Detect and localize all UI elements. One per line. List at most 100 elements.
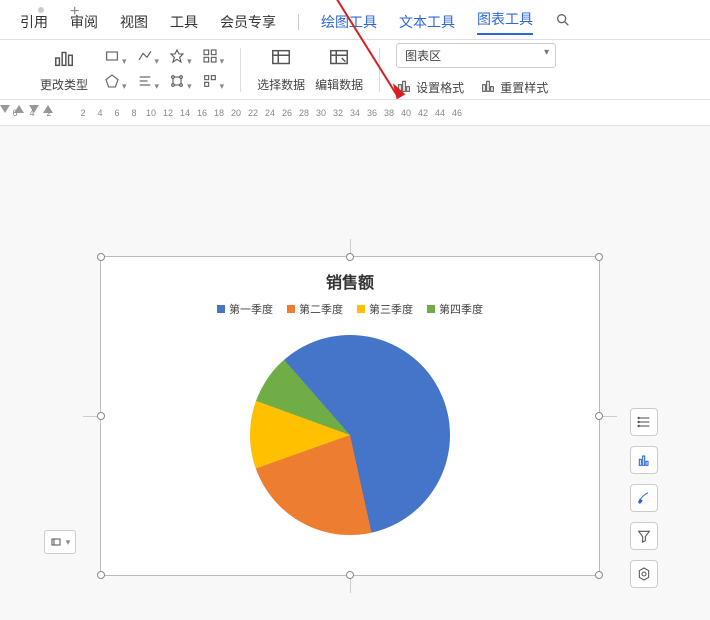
pie-plot[interactable] (250, 335, 450, 535)
shape-rect-icon[interactable]: ▾ (104, 48, 127, 67)
legend-swatch (217, 305, 225, 313)
select-data[interactable]: 选择数据 (257, 47, 305, 93)
document-canvas[interactable]: 销售额 第一季度 第二季度 第三季度 第四季度 ▾ (0, 126, 710, 620)
ruler-tick: 20 (231, 108, 241, 118)
ruler-tick: 14 (180, 108, 190, 118)
ribbon: 更改类型 ▾ ▾ ▾ ▾ ▾ ▾ ▾ ▾ 选择数据 编辑数据 图表区 (0, 40, 710, 100)
ruler-tick: 42 (418, 108, 428, 118)
edit-data[interactable]: 编辑数据 (315, 47, 363, 93)
shape-more-icon[interactable]: ▾ (202, 73, 225, 92)
chart-area-combo[interactable]: 图表区 (396, 43, 556, 68)
frame-stem-left (83, 416, 97, 417)
shape-align-icon[interactable]: ▾ (137, 73, 160, 92)
frame-stem-right (603, 416, 617, 417)
reset-style-button[interactable]: 重置样式 (480, 78, 548, 97)
frame-stem-bottom (350, 579, 351, 593)
ruler-tick: 12 (163, 108, 173, 118)
shape-line-icon[interactable]: ▾ (137, 48, 160, 67)
legend-item[interactable]: 第三季度 (357, 301, 413, 317)
side-brush-button[interactable] (630, 484, 658, 512)
side-chart-elements-button[interactable] (630, 408, 658, 436)
tab-draw-tools[interactable]: 绘图工具 (321, 12, 377, 32)
tab-add[interactable]: + (70, 3, 79, 21)
tab-close-dot[interactable] (38, 7, 44, 13)
ruler-tick: 24 (265, 108, 275, 118)
resize-handle-mt[interactable] (346, 253, 354, 261)
set-format-label: 设置格式 (416, 79, 464, 96)
reset-style-label: 重置样式 (500, 79, 548, 96)
tab-st[interactable]: 视图 (120, 12, 148, 32)
legend-swatch (287, 305, 295, 313)
ruler-tick: 28 (299, 108, 309, 118)
shape-pentagon-icon[interactable]: ▾ (104, 73, 127, 92)
ruler-tick: 4 (27, 108, 37, 118)
shape-format-icon[interactable]: ▾ (169, 73, 192, 92)
resize-handle-tl[interactable] (97, 253, 105, 261)
ruler-tick: 34 (350, 108, 360, 118)
chevron-down-icon: ▾ (66, 537, 71, 548)
shape-star-icon[interactable]: ▾ (169, 48, 192, 67)
change-chart-type-label: 更改类型 (40, 76, 88, 93)
set-format-icon (396, 78, 412, 97)
change-chart-type[interactable]: 更改类型 (40, 47, 88, 93)
ruler-tick: 46 (452, 108, 462, 118)
chart-side-toolbar (630, 408, 658, 588)
set-format-button[interactable]: 设置格式 (396, 78, 464, 97)
side-filter-button[interactable] (630, 522, 658, 550)
ribbon-separator-1 (240, 48, 241, 92)
tab-vip[interactable]: 会员专享 (220, 12, 276, 32)
ruler-tick: 8 (129, 108, 139, 118)
resize-handle-br[interactable] (595, 571, 603, 579)
ruler-tick: 2 (44, 108, 54, 118)
legend-item[interactable]: 第二季度 (287, 301, 343, 317)
select-data-label: 选择数据 (257, 76, 305, 93)
ruler-tick: 38 (384, 108, 394, 118)
legend-item[interactable]: 第一季度 (217, 301, 273, 317)
ruler-tick: 2 (78, 108, 88, 118)
ruler-tick: 32 (333, 108, 343, 118)
shape-grid-icon[interactable]: ▾ (202, 48, 225, 67)
legend-label: 第二季度 (299, 301, 343, 317)
layout-options-icon (50, 536, 62, 548)
layout-options-button[interactable]: ▾ (44, 530, 76, 554)
tab-yy[interactable]: 引用 (20, 12, 48, 32)
resize-handle-bl[interactable] (97, 571, 105, 579)
main-tab-bar: 引用 审阅 视图 工具 会员专享 绘图工具 文本工具 图表工具 (0, 0, 710, 40)
bar-chart-icon (53, 47, 75, 72)
chart-object[interactable]: 销售额 第一季度 第二季度 第三季度 第四季度 (100, 256, 600, 576)
side-settings-button[interactable] (630, 560, 658, 588)
resize-handle-tr[interactable] (595, 253, 603, 261)
chart-legend[interactable]: 第一季度 第二季度 第三季度 第四季度 (101, 301, 599, 317)
reset-style-icon (480, 78, 496, 97)
tab-gj[interactable]: 工具 (170, 12, 198, 32)
edit-data-label: 编辑数据 (315, 76, 363, 93)
resize-handle-ml[interactable] (97, 412, 105, 420)
resize-handle-mr[interactable] (595, 412, 603, 420)
search-icon[interactable] (555, 12, 571, 31)
legend-label: 第四季度 (439, 301, 483, 317)
horizontal-ruler[interactable]: 6422468101214161820222426283032343638404… (0, 100, 710, 126)
ruler-tick: 6 (112, 108, 122, 118)
ruler-tick: 30 (316, 108, 326, 118)
ruler-tick: 10 (146, 108, 156, 118)
legend-label: 第一季度 (229, 301, 273, 317)
ruler-tick: 18 (214, 108, 224, 118)
ruler-tick: 22 (248, 108, 258, 118)
ribbon-separator-2 (379, 48, 380, 92)
legend-item[interactable]: 第四季度 (427, 301, 483, 317)
ruler-tick: 26 (282, 108, 292, 118)
ruler-tick: 6 (10, 108, 20, 118)
edit-data-icon (328, 47, 350, 72)
legend-label: 第三季度 (369, 301, 413, 317)
ruler-tick: 44 (435, 108, 445, 118)
tabs-separator (298, 14, 299, 30)
ruler-tick: 36 (367, 108, 377, 118)
chart-title[interactable]: 销售额 (101, 269, 599, 293)
resize-handle-mb[interactable] (346, 571, 354, 579)
legend-swatch (427, 305, 435, 313)
select-data-icon (270, 47, 292, 72)
frame-stem-top (350, 239, 351, 253)
tab-chart-tools[interactable]: 图表工具 (477, 9, 533, 35)
side-chart-styles-button[interactable] (630, 446, 658, 474)
tab-text-tools[interactable]: 文本工具 (399, 12, 455, 32)
